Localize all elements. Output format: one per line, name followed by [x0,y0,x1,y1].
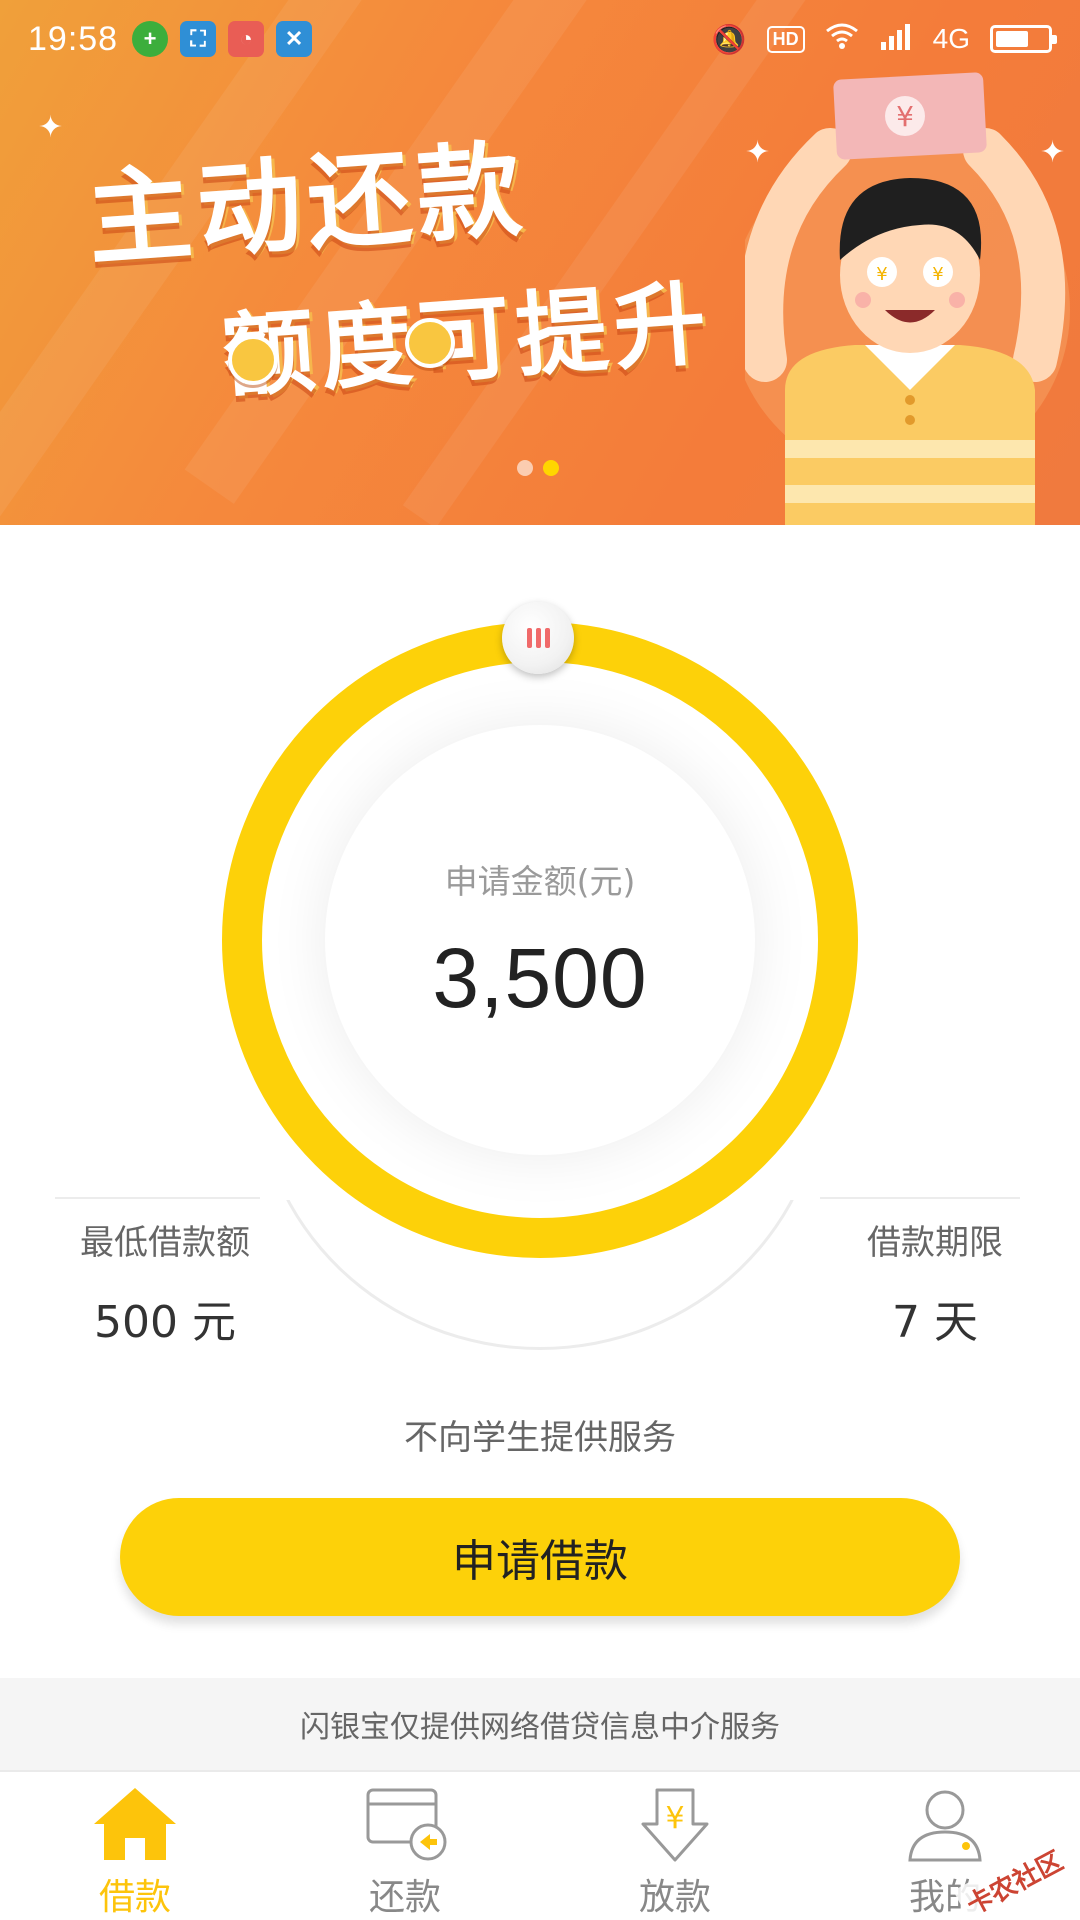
app-notification-icon: + [132,21,169,57]
min-loan-block: 最低借款额 500 元 [55,1215,275,1350]
pagination-dot-active[interactable] [543,460,559,476]
status-time: 19:58 [28,19,119,58]
svg-text:¥: ¥ [665,1801,684,1836]
missed-call-icon: ✕ [276,21,313,57]
tab-repay[interactable]: 还款 [270,1772,540,1920]
min-loan-value: 500 元 [94,1297,236,1348]
game-app-icon: ◔ [228,21,265,57]
user-icon [900,1784,990,1864]
amount-slider-handle[interactable] [502,602,574,674]
tab-label: 还款 [368,1877,441,1918]
banner-pagination [517,460,559,476]
svg-text:¥: ¥ [876,264,887,285]
tab-label: 借款 [98,1877,171,1918]
tab-borrow[interactable]: 借款 [0,1772,270,1920]
sparkle-icon: ✦ [38,110,64,145]
battery-icon [990,25,1057,53]
yuan-download-icon: ¥ [630,1784,720,1864]
note-symbol: ¥ [896,100,914,133]
disclaimer: 闪银宝仅提供网络借贷信息中介服务 [0,1678,1080,1770]
card-repay-icon [360,1784,450,1864]
loan-term-block: 借款期限 7 天 [840,1215,1030,1350]
banner-headline: 主动还款 额度可提升 [82,92,716,424]
student-notice: 不向学生提供服务 [404,1418,676,1458]
screenshot-icon: ⛶ [180,21,217,57]
right-divider [820,1197,1020,1199]
pagination-dot[interactable] [517,460,533,476]
headline-line2: 额度可提升 [219,269,716,411]
bottom-tab-bar: 借款 还款 ¥ 放款 我的 [0,1770,1080,1920]
apply-loan-button[interactable]: 申请借款 [120,1498,960,1616]
network-type: 4G [932,23,970,54]
coin-icon [405,318,455,368]
amount-value: 3,500 [432,931,648,1025]
min-loan-label: 最低借款额 [80,1223,250,1263]
character-illustration: ¥ ¥ ¥ [745,72,1070,525]
coin-icon [228,335,278,385]
tab-label: 放款 [638,1877,711,1918]
mute-icon: 🔕 [711,23,747,55]
signal-icon [879,22,913,57]
tab-disburse[interactable]: ¥ 放款 [540,1772,810,1920]
wifi-icon [825,22,859,57]
loan-term-label: 借款期限 [867,1223,1003,1263]
svg-text:¥: ¥ [932,264,943,285]
promo-banner[interactable]: 19:58 + ⛶ ◔ ✕ 🔕 HD 4G ✦ ✦ ✦ 主动还款 额度可提升 ¥… [0,0,1080,525]
home-icon [90,1784,180,1864]
left-divider [55,1197,260,1199]
hd-badge: HD [766,25,805,53]
loan-term-value: 7 天 [892,1297,978,1348]
amount-label: 申请金额(元) [444,862,636,901]
